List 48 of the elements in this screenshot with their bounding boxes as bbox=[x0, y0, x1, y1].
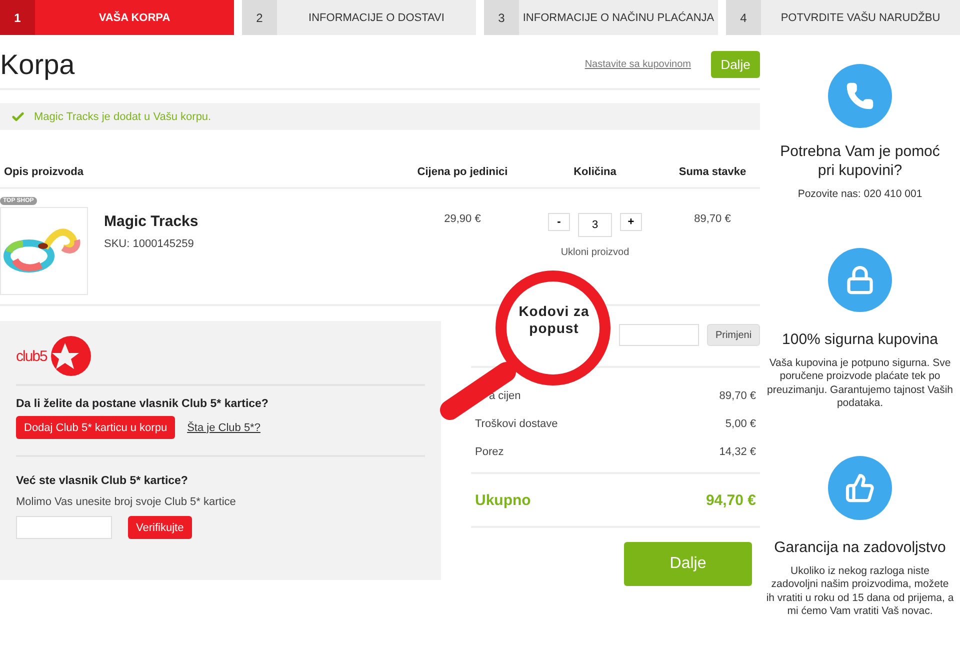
sidebar-title: Potrebna Vam je pomoć pri kupovini? bbox=[779, 142, 941, 180]
check-icon bbox=[11, 110, 25, 124]
notice-text: Magic Tracks je dodat u Vašu korpu. bbox=[34, 110, 212, 122]
magnifier-caption: Kodovi za popust bbox=[518, 303, 590, 337]
summary-value: 5,00 € bbox=[725, 418, 756, 430]
member-question: Već ste vlasnik Club 5* kartice? bbox=[16, 475, 189, 487]
increase-button[interactable]: + bbox=[620, 213, 642, 231]
checkout-step-tab[interactable]: 3 INFORMACIJE O NAČINU PLAĆANJA bbox=[484, 0, 718, 35]
phone-icon bbox=[845, 81, 875, 111]
summary-value: 89,70 € bbox=[719, 390, 756, 402]
line-total: 89,70 € bbox=[693, 212, 732, 227]
club-logo-text: club5 bbox=[16, 348, 47, 364]
summary-value: 14,32 € bbox=[719, 446, 756, 458]
club-question: Da li želite da postane vlasnik Club 5* kartice? bbox=[16, 398, 270, 410]
column-header: Količina bbox=[572, 166, 618, 178]
product-sku: SKU: 1000145259 bbox=[104, 238, 195, 250]
sidebar-title: 100% sigurna kupovina bbox=[782, 330, 938, 348]
remove-product-link[interactable]: Ukloni proizvod bbox=[560, 247, 630, 258]
coupon-field[interactable] bbox=[619, 324, 699, 346]
column-header: Suma stavke bbox=[678, 166, 748, 178]
total-label: Ukupno bbox=[475, 492, 531, 508]
column-header: Opis proizvoda bbox=[3, 166, 84, 178]
page-title: Korpa bbox=[0, 48, 76, 80]
sidebar-text: Ukoliko iz nekog razloga niste zadovoljni našim proizvodima, možete ih vratiti u roku od 15 dana od prijema, a mi ćemo Vam vratiti Vaš novac. bbox=[765, 564, 955, 618]
column-header: Cijena po jedinici bbox=[416, 166, 509, 178]
lock-icon bbox=[845, 264, 875, 294]
sidebar-title: Garancija na zadovoljstvo bbox=[774, 538, 946, 556]
total-value: 94,70 € bbox=[706, 492, 756, 508]
sidebar-text: Vaša kupovina je potpuno sigurna. Sve poručene proizvode plaćate tek po preuzimanju. Garantujemo tajnost Vaših podataka. bbox=[766, 356, 954, 410]
quantity-field[interactable]: 3 bbox=[578, 213, 612, 237]
summary-label: Porez bbox=[475, 446, 504, 458]
thumbs-up-icon bbox=[845, 472, 875, 502]
decrease-button[interactable]: - bbox=[548, 213, 570, 231]
card-number-field[interactable] bbox=[16, 516, 112, 539]
checkout-step-tab[interactable]: 1 VAŠA KORPA bbox=[0, 0, 234, 35]
club-info-link[interactable]: Šta je Club 5*? bbox=[187, 422, 260, 434]
product-name: Magic Tracks bbox=[104, 213, 198, 230]
checkout-step-tab[interactable]: 4 POTVRDITE VAŠU NARUDŽBU bbox=[726, 0, 960, 35]
star-logo-icon bbox=[50, 335, 92, 377]
verify-button[interactable]: Verifikujte bbox=[128, 516, 192, 539]
continue-shopping-link[interactable]: Nastavite sa kupovinom bbox=[584, 59, 691, 70]
checkout-step-tab[interactable]: 2 INFORMACIJE O DOSTAVI bbox=[242, 0, 476, 35]
sidebar-text: Pozovite nas: 020 410 001 bbox=[796, 188, 924, 202]
add-club-card-button[interactable]: Dodaj Club 5* karticu u korpu bbox=[16, 416, 176, 439]
apply-button[interactable]: Primjeni bbox=[707, 324, 760, 346]
unit-price: 29,90 € bbox=[443, 212, 482, 227]
summary-label: Troškovi dostave bbox=[475, 418, 558, 430]
member-hint: Molimo Vas unesite broj svoje Club 5* kartice bbox=[16, 496, 237, 508]
